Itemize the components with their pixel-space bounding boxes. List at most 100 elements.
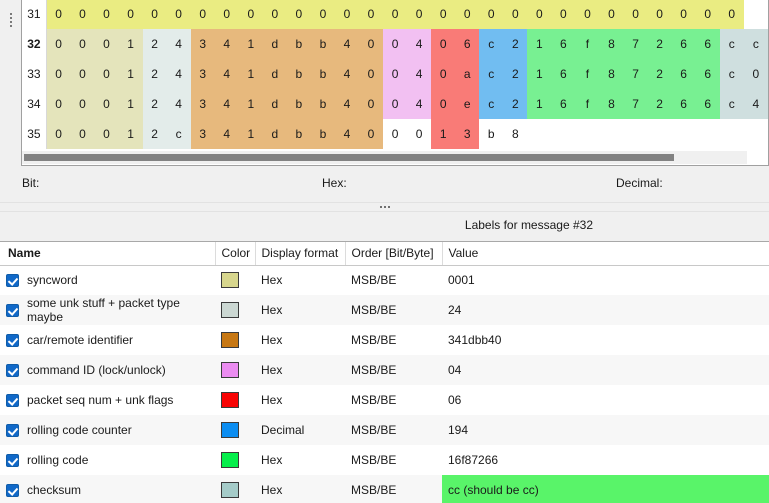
table-row[interactable]: rolling code Hex MSB/BE 16f87266 [0, 445, 769, 475]
hex-cell[interactable]: d [262, 29, 287, 59]
table-row[interactable]: rolling code counter Decimal MSB/BE 194 [0, 415, 769, 445]
hex-row-number[interactable]: 32 [22, 29, 47, 59]
hex-cell[interactable]: 6 [671, 29, 696, 59]
label-display-format-cell[interactable]: Hex [255, 445, 345, 475]
hex-grid-frame[interactable]: 31 0 0 0 0 0 0 0 0 0 0 0 0 0 0 0 0 0 0 0 0 0 0 0 0 0 0 0 0 0 32 0 0 0 1 2 4 3… [21, 0, 769, 166]
hex-cell[interactable]: 0 [431, 59, 456, 89]
hex-cell[interactable]: 4 [407, 89, 432, 119]
hex-cell[interactable]: 4 [334, 29, 359, 59]
label-order-cell[interactable]: MSB/BE [345, 385, 442, 415]
hex-cell[interactable]: 2 [647, 89, 672, 119]
label-name-cell[interactable]: rolling code counter [0, 415, 215, 445]
hex-cell[interactable]: 6 [455, 29, 480, 59]
hex-cell[interactable]: f [575, 59, 600, 89]
label-order-cell[interactable]: MSB/BE [345, 415, 442, 445]
label-name-cell[interactable]: syncword [0, 265, 215, 295]
table-row[interactable]: command ID (lock/unlock) Hex MSB/BE 04 [0, 355, 769, 385]
hex-cell[interactable]: 0 [118, 0, 143, 29]
hex-cell[interactable]: 3 [190, 89, 215, 119]
label-enabled-checkbox[interactable] [6, 333, 19, 347]
label-value-cell[interactable]: 341dbb40 [442, 325, 769, 355]
hex-cell[interactable]: 0 [190, 0, 215, 29]
hex-cell[interactable] [671, 119, 696, 149]
label-value-cell[interactable]: 24 [442, 295, 769, 325]
hex-cell[interactable]: 1 [431, 119, 456, 149]
hex-cell[interactable]: 0 [407, 0, 432, 29]
hex-cell[interactable]: 3 [190, 59, 215, 89]
label-enabled-checkbox[interactable] [6, 303, 19, 317]
hex-cell[interactable]: 0 [359, 0, 384, 29]
hex-cell[interactable]: 2 [142, 89, 167, 119]
label-value-cell[interactable]: 06 [442, 385, 769, 415]
hex-cell[interactable] [575, 119, 600, 149]
panel-drag-handle-icon[interactable] [6, 8, 16, 32]
hex-cell[interactable]: 1 [527, 29, 552, 59]
hex-cell[interactable] [695, 119, 720, 149]
hex-cell[interactable]: 0 [383, 29, 408, 59]
hex-cell[interactable]: 1 [238, 119, 263, 149]
hex-cell[interactable]: 0 [286, 0, 311, 29]
label-name-cell[interactable]: rolling code [0, 445, 215, 475]
hex-cell[interactable] [647, 119, 672, 149]
hex-cell[interactable]: 2 [142, 59, 167, 89]
label-order-cell[interactable]: MSB/BE [345, 265, 442, 295]
label-display-format-cell[interactable]: Hex [255, 325, 345, 355]
hex-row[interactable]: 35 0 0 0 1 2 c 3 4 1 d b b 4 0 0 0 1 3 b 8 [22, 119, 768, 149]
color-swatch[interactable] [221, 362, 239, 378]
label-color-cell[interactable] [215, 295, 255, 325]
hex-cell[interactable]: 8 [599, 59, 624, 89]
hex-row[interactable]: 34 0 0 0 1 2 4 3 4 1 d b b 4 0 0 4 0 e c 2 1 6 f 8 7 2 6 6 c 4 [22, 89, 768, 119]
hex-cell[interactable]: 0 [383, 0, 408, 29]
hex-cell[interactable]: 1 [118, 89, 143, 119]
column-header-name[interactable]: Name [0, 242, 216, 266]
hex-cell[interactable]: c [479, 89, 504, 119]
label-display-format-cell[interactable]: Hex [255, 355, 345, 385]
hex-cell[interactable]: 4 [214, 89, 239, 119]
hex-cell[interactable]: 0 [70, 0, 95, 29]
hex-cell[interactable]: 0 [503, 0, 528, 29]
color-swatch[interactable] [221, 302, 239, 318]
hex-cell[interactable]: c [719, 29, 744, 59]
hex-grid-hscrollbar-thumb[interactable] [24, 154, 674, 161]
hex-cell[interactable]: b [286, 29, 311, 59]
label-name-cell[interactable]: car/remote identifier [0, 325, 215, 355]
hex-cell[interactable]: 0 [214, 0, 239, 29]
label-color-cell[interactable] [215, 325, 255, 355]
hex-cell[interactable]: 0 [527, 0, 552, 29]
hex-cell[interactable]: 0 [70, 59, 95, 89]
hex-cell[interactable]: 1 [118, 29, 143, 59]
hex-cell[interactable]: 4 [334, 89, 359, 119]
label-enabled-checkbox[interactable] [6, 363, 19, 377]
horizontal-splitter[interactable] [0, 202, 769, 212]
hex-cell[interactable]: b [286, 89, 311, 119]
hex-row-number[interactable]: 34 [22, 89, 47, 119]
hex-cell[interactable]: 6 [695, 89, 720, 119]
column-header-color[interactable]: Color [215, 242, 256, 266]
label-table-panel[interactable]: Name Color Display format Order [Bit/Byt… [0, 241, 769, 503]
hex-cell[interactable]: 4 [166, 89, 191, 119]
hex-cell[interactable]: 0 [262, 0, 287, 29]
hex-cell[interactable]: b [310, 119, 335, 149]
hex-cell[interactable]: 1 [238, 89, 263, 119]
color-swatch[interactable] [221, 332, 239, 348]
hex-cell[interactable] [527, 119, 552, 149]
hex-cell[interactable]: 0 [46, 0, 71, 29]
hex-cell[interactable]: 4 [214, 59, 239, 89]
label-color-cell[interactable] [215, 385, 255, 415]
hex-cell[interactable]: 0 [46, 89, 71, 119]
hex-cell[interactable]: 1 [118, 59, 143, 89]
label-color-cell[interactable] [215, 445, 255, 475]
label-color-cell[interactable] [215, 355, 255, 385]
hex-cell[interactable]: 1 [527, 89, 552, 119]
hex-cell[interactable]: 4 [214, 29, 239, 59]
hex-grid-table[interactable]: 31 0 0 0 0 0 0 0 0 0 0 0 0 0 0 0 0 0 0 0 0 0 0 0 0 0 0 0 0 0 32 0 0 0 1 2 4 3… [22, 0, 768, 149]
hex-cell[interactable]: 0 [359, 89, 384, 119]
label-order-cell[interactable]: MSB/BE [345, 295, 442, 325]
hex-cell[interactable]: 0 [431, 89, 456, 119]
hex-cell[interactable]: 2 [647, 59, 672, 89]
label-enabled-checkbox[interactable] [6, 423, 19, 437]
hex-cell[interactable]: b [310, 89, 335, 119]
table-row[interactable]: syncword Hex MSB/BE 0001 [0, 265, 769, 295]
label-order-cell[interactable]: MSB/BE [345, 475, 442, 503]
hex-cell[interactable]: 0 [383, 59, 408, 89]
